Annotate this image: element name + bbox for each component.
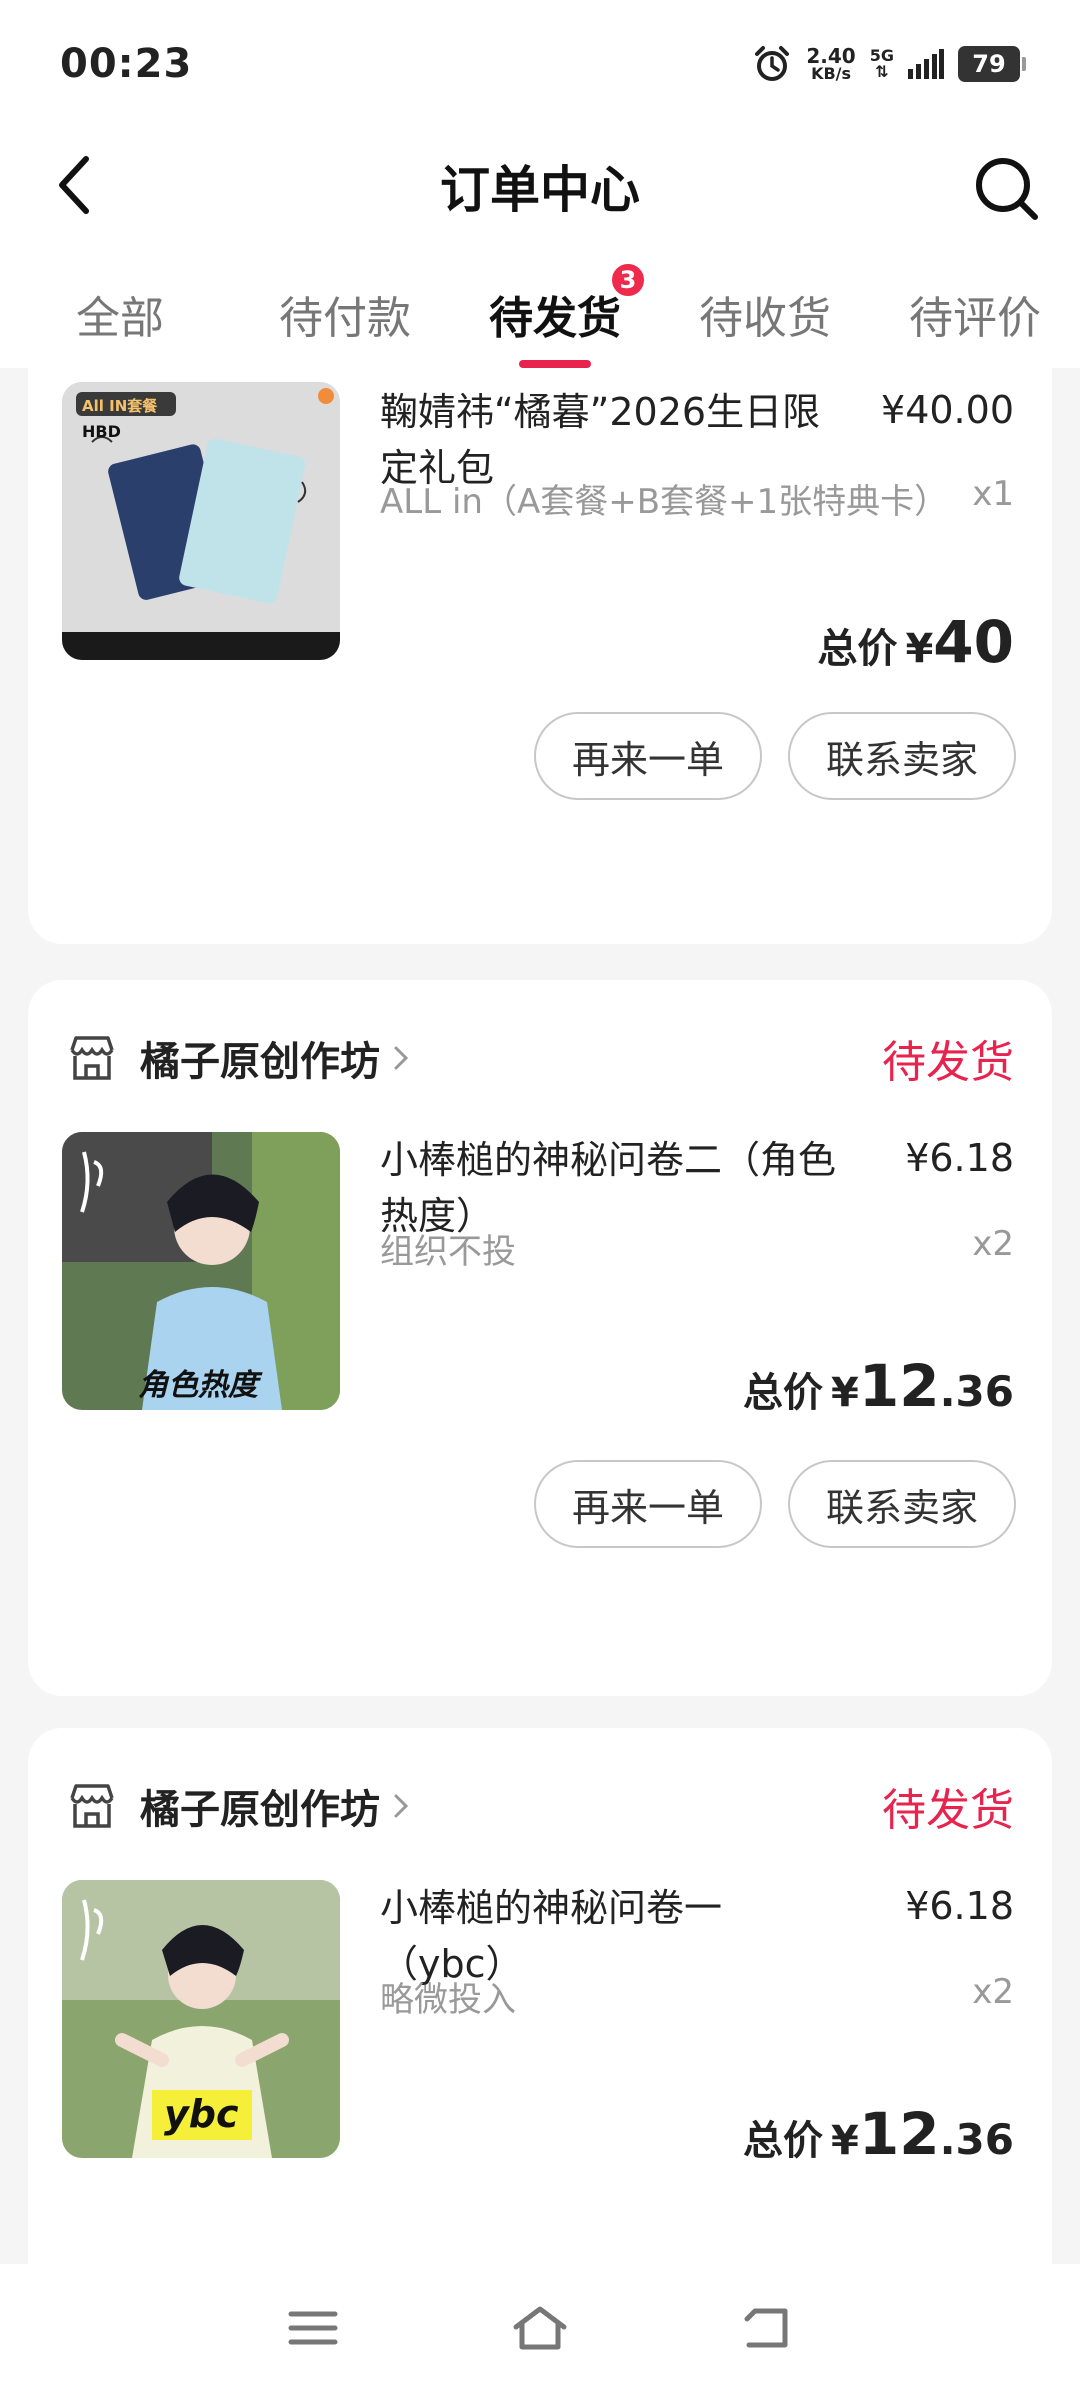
app-header: 订单中心 bbox=[0, 128, 1080, 244]
total-amount: 12 bbox=[858, 1352, 940, 1420]
tab-label: 待发货 bbox=[489, 293, 621, 344]
tab-label: 待付款 bbox=[279, 293, 411, 344]
total-amount: 12 bbox=[858, 2100, 940, 2168]
order-center-page: 00:23 2.40 KB/s 5G ⇅ 79 订单中心 全部 待付款 待发货 … bbox=[0, 0, 1080, 2392]
home-button[interactable] bbox=[500, 2288, 580, 2368]
product-quantity: x1 bbox=[972, 474, 1014, 514]
search-button[interactable] bbox=[968, 150, 1044, 226]
back-nav-icon bbox=[744, 2308, 788, 2348]
thumb-hbd-text: HBD bbox=[82, 422, 121, 441]
product-spec: 略微投入 bbox=[380, 1980, 516, 2020]
order-total: 总价 ¥ 12 .36 bbox=[743, 1352, 1014, 1420]
menu-icon bbox=[288, 2311, 338, 2345]
status-icons: 2.40 KB/s 5G ⇅ 79 bbox=[752, 44, 1026, 84]
active-tab-indicator bbox=[519, 360, 591, 368]
status-time: 00:23 bbox=[60, 41, 193, 87]
product-spec: 组织不投 bbox=[380, 1232, 516, 1272]
shop-name[interactable]: 橘子原创作坊 bbox=[140, 1029, 380, 1087]
order-card: 橘子原创作坊 待发货 角色热度 小棒槌的神秘问卷二（角色热度） ¥6.18 组织… bbox=[28, 980, 1052, 1696]
product-quantity: x2 bbox=[972, 1972, 1014, 2012]
order-status: 待发货 bbox=[882, 1785, 1014, 1836]
tab-all[interactable]: 全部 bbox=[0, 244, 240, 368]
tab-count-badge: 3 bbox=[610, 262, 646, 298]
contact-seller-button[interactable]: 联系卖家 bbox=[788, 712, 1016, 800]
order-tabs: 全部 待付款 待发货 3 待收货 待评价 bbox=[0, 244, 1080, 368]
tab-pending-payment[interactable]: 待付款 bbox=[240, 244, 450, 368]
system-nav-bar bbox=[0, 2264, 1080, 2392]
total-decimal: .36 bbox=[939, 2115, 1014, 2164]
total-label: 总价 bbox=[817, 626, 898, 672]
product-quantity: x2 bbox=[972, 1224, 1014, 1264]
alarm-icon bbox=[752, 44, 792, 84]
store-icon bbox=[70, 1036, 114, 1080]
order-card: 橘子原创作坊 待发货 ybc 小棒槌的神秘问卷一（ybc） ¥6.18 略微投入… bbox=[28, 1728, 1052, 2264]
menu-button[interactable] bbox=[273, 2288, 353, 2368]
tab-pending-receipt[interactable]: 待收货 bbox=[660, 244, 870, 368]
order-status: 待发货 bbox=[882, 1037, 1014, 1088]
store-icon bbox=[70, 1784, 114, 1828]
total-currency: ¥ bbox=[831, 1370, 859, 1416]
home-icon bbox=[513, 2306, 567, 2350]
data-arrows-icon: ⇅ bbox=[875, 62, 889, 81]
tab-label: 待评价 bbox=[909, 293, 1041, 344]
search-icon bbox=[976, 158, 1038, 220]
shop-name[interactable]: 橘子原创作坊 bbox=[140, 1777, 380, 1835]
chevron-right-icon bbox=[392, 1790, 410, 1822]
net-speed: 2.40 KB/s bbox=[806, 46, 855, 82]
order-total: 总价 ¥ 12 .36 bbox=[743, 2100, 1014, 2168]
thumb-caption: 角色热度 bbox=[138, 1368, 258, 1403]
net-speed-value: 2.40 bbox=[806, 44, 856, 68]
reorder-button[interactable]: 再来一单 bbox=[534, 712, 762, 800]
signal-icon bbox=[908, 49, 944, 79]
battery-indicator: 79 bbox=[958, 46, 1026, 82]
total-currency: ¥ bbox=[905, 626, 934, 672]
shop-row[interactable]: 橘子原创作坊 待发货 bbox=[66, 1028, 1014, 1088]
thumb-badge-text: All IN套餐 bbox=[82, 397, 158, 415]
net-speed-unit: KB/s bbox=[811, 64, 852, 83]
contact-seller-button[interactable]: 联系卖家 bbox=[788, 1460, 1016, 1548]
shop-row[interactable]: 橘子原创作坊 待发货 bbox=[66, 1776, 1014, 1836]
tab-pending-shipment[interactable]: 待发货 3 bbox=[450, 244, 660, 368]
total-label: 总价 bbox=[743, 2118, 824, 2164]
total-amount: 40 bbox=[933, 608, 1014, 676]
order-total: 总价 ¥ 40 bbox=[817, 608, 1014, 676]
product-price: ¥6.18 bbox=[905, 1136, 1014, 1180]
tab-label: 待收货 bbox=[699, 293, 831, 344]
status-bar: 00:23 2.40 KB/s 5G ⇅ 79 bbox=[0, 0, 1080, 128]
product-thumbnail[interactable]: ybc bbox=[62, 1880, 340, 2158]
order-card: All IN套餐 HBD 鞠婧祎“橘暮”2026生日限定礼包 ¥40.00 AL… bbox=[28, 368, 1052, 944]
chevron-right-icon bbox=[392, 1042, 410, 1074]
order-list[interactable]: All IN套餐 HBD 鞠婧祎“橘暮”2026生日限定礼包 ¥40.00 AL… bbox=[0, 368, 1080, 2264]
product-spec: ALL in（A套餐+B套餐+1张特典卡） bbox=[380, 482, 949, 522]
thumb-caption: ybc bbox=[164, 2092, 239, 2136]
total-decimal: .36 bbox=[939, 1367, 1014, 1416]
product-price: ¥6.18 bbox=[905, 1884, 1014, 1928]
product-price: ¥40.00 bbox=[881, 388, 1014, 432]
back-button[interactable] bbox=[40, 150, 110, 220]
total-label: 总价 bbox=[743, 1370, 824, 1416]
reorder-button[interactable]: 再来一单 bbox=[534, 1460, 762, 1548]
back-nav-button[interactable] bbox=[727, 2288, 807, 2368]
network-type: 5G ⇅ bbox=[870, 48, 894, 80]
page-title: 订单中心 bbox=[440, 161, 640, 219]
tab-label: 全部 bbox=[76, 293, 164, 344]
back-arrow-icon bbox=[59, 156, 89, 214]
total-currency: ¥ bbox=[831, 2118, 859, 2164]
tab-pending-review[interactable]: 待评价 bbox=[870, 244, 1080, 368]
product-thumbnail[interactable]: 角色热度 bbox=[62, 1132, 340, 1410]
product-thumbnail[interactable]: All IN套餐 HBD bbox=[62, 382, 340, 660]
